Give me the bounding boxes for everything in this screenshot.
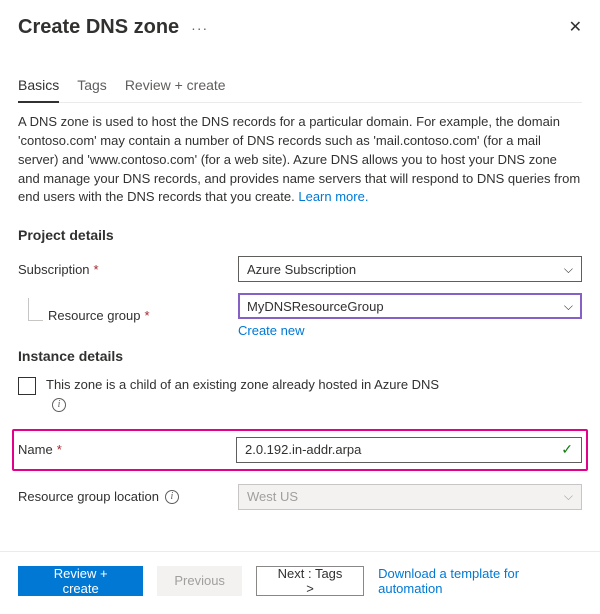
footer-bar: Review + create Previous Next : Tags > D… [0,551,600,614]
info-icon[interactable]: i [165,490,179,504]
chevron-down-icon: ⌵ [564,299,573,314]
instance-details-heading: Instance details [18,348,582,364]
tab-tags[interactable]: Tags [77,77,107,102]
child-zone-label: This zone is a child of an existing zone… [46,377,439,392]
resource-group-label: Resource group [48,308,141,323]
name-label: Name [18,442,53,457]
download-template-link[interactable]: Download a template for automation [378,566,582,596]
subscription-value: Azure Subscription [247,262,356,277]
required-marker: * [145,308,150,323]
info-icon[interactable]: i [52,398,66,412]
create-new-link[interactable]: Create new [238,323,304,338]
subscription-dropdown[interactable]: Azure Subscription ⌵ [238,256,582,282]
page-title: Create DNS zone [18,16,179,39]
chevron-down-icon: ⌵ [564,489,573,504]
tab-basics[interactable]: Basics [18,77,59,103]
next-button[interactable]: Next : Tags > [256,566,364,596]
checkmark-icon: ✓ [561,441,573,458]
learn-more-link[interactable]: Learn more. [298,189,368,204]
project-details-heading: Project details [18,227,582,243]
name-input[interactable]: 2.0.192.in-addr.arpa ✓ [236,437,582,463]
resource-group-dropdown[interactable]: MyDNSResourceGroup ⌵ [238,293,582,319]
close-button[interactable]: ✕ [569,20,582,36]
chevron-down-icon: ⌵ [564,262,573,277]
name-row-highlight: Name * 2.0.192.in-addr.arpa ✓ [12,429,588,471]
name-value: 2.0.192.in-addr.arpa [245,442,361,457]
tab-review-create[interactable]: Review + create [125,77,226,102]
location-value: West US [247,489,298,504]
subscription-label: Subscription [18,262,90,277]
required-marker: * [57,442,62,457]
resource-group-value: MyDNSResourceGroup [247,299,384,314]
location-label: Resource group location [18,489,159,504]
more-actions-button[interactable]: ··· [191,20,208,36]
description-text: A DNS zone is used to host the DNS recor… [18,113,582,207]
review-create-button[interactable]: Review + create [18,566,143,596]
tab-bar: Basics Tags Review + create [18,77,582,103]
required-marker: * [94,262,99,277]
child-zone-checkbox[interactable] [18,377,36,395]
location-dropdown: West US ⌵ [238,484,582,510]
previous-button: Previous [157,566,242,596]
